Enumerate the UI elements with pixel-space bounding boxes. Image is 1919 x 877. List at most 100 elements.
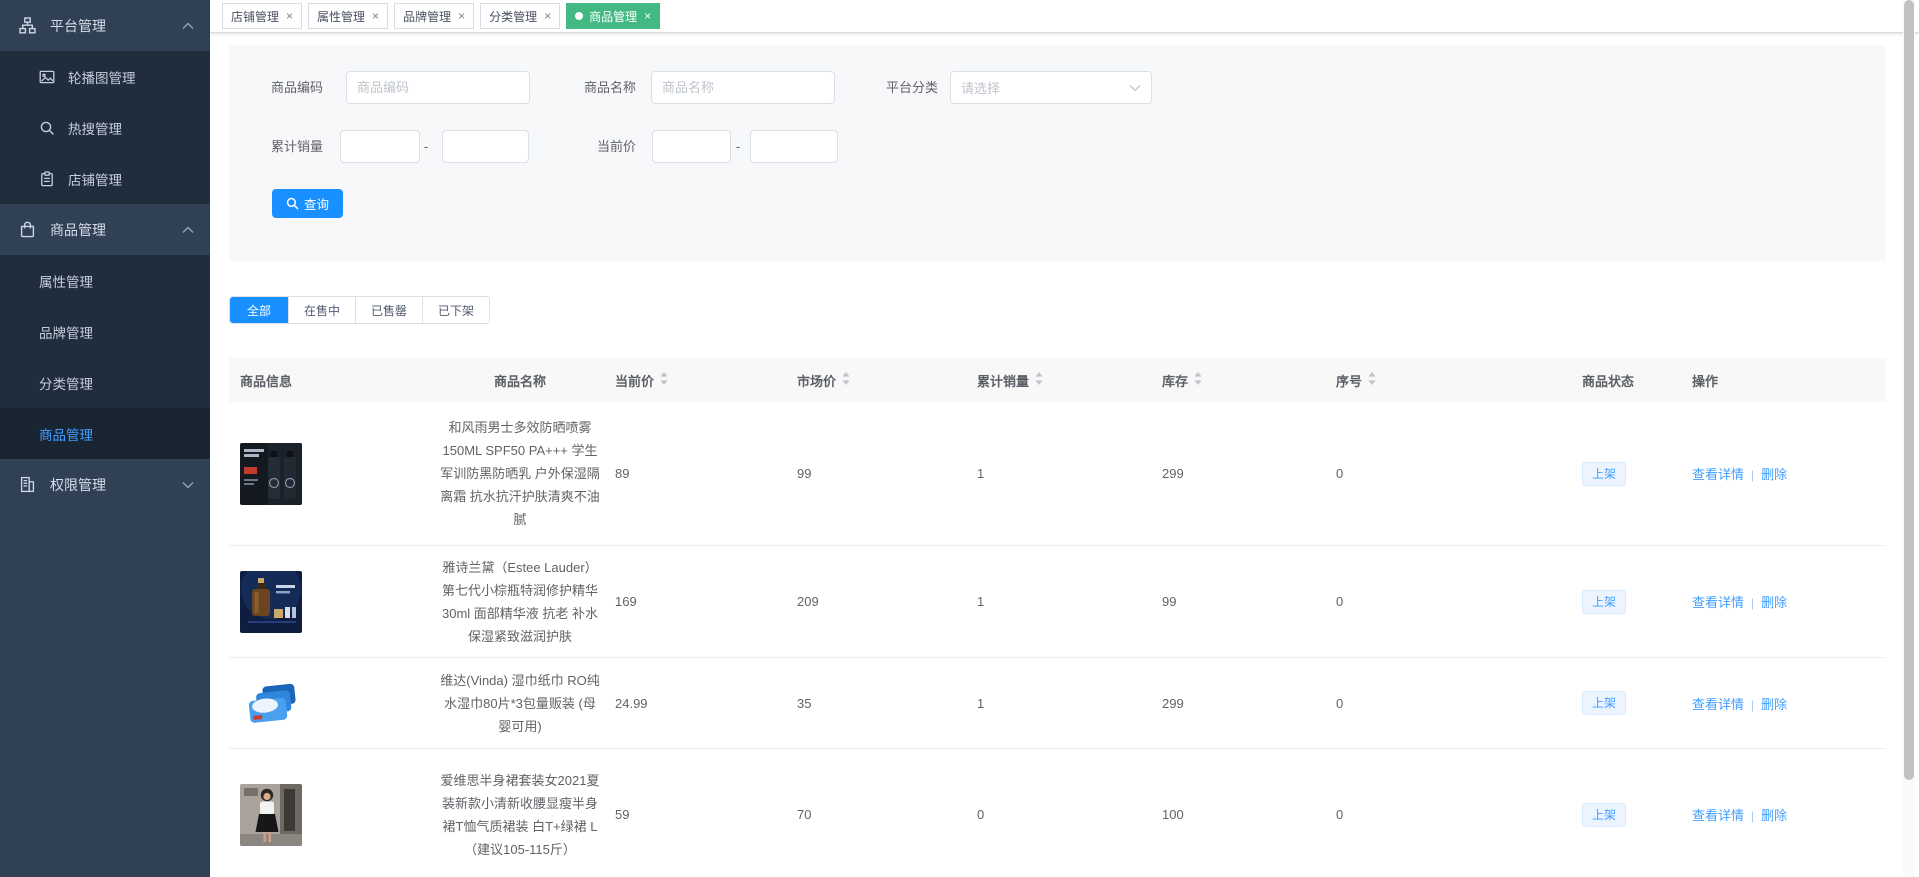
current-price-cell: 89 [615,466,630,481]
delete-link[interactable]: 删除 [1761,808,1787,823]
stock-cell: 99 [1162,594,1177,609]
col-header-status: 商品状态 [1582,373,1635,389]
sidebar-item-platform-mgmt[interactable]: 平台管理 [0,0,210,51]
chevron-down-icon [182,481,194,488]
search-button-label: 查询 [303,198,329,212]
app: 平台管理 轮播图管理 热搜管理 店铺管理 商品管理 属性管理 品牌管理 分类管理… [0,0,1919,877]
filter-tab-all[interactable]: 全部 [230,297,288,323]
select-placeholder: 请选择 [961,81,1001,96]
delete-link[interactable]: 删除 [1761,697,1787,712]
sort-icon[interactable] [1367,372,1377,388]
table-header: 商品信息 商品名称 当前价 市场价 累计销量 库存 序号 商品状态 操作 [229,358,1886,402]
sidebar-item-category-mgmt[interactable]: 分类管理 [0,357,210,408]
total-sales-cell: 1 [977,466,985,481]
sidebar-item-permission-mgmt[interactable]: 权限管理 [0,459,210,510]
action-divider: | [1751,596,1755,610]
col-header-product-info: 商品信息 [240,373,293,389]
filter-tab-off-shelf[interactable]: 已下架 [422,297,489,323]
image-icon [39,69,55,85]
status-badge[interactable]: 上架 [1582,802,1627,827]
tab-attribute-mgmt[interactable]: 属性管理 × [308,3,389,29]
close-icon[interactable]: × [644,10,651,22]
scrollbar-thumb[interactable] [1904,0,1914,780]
view-detail-link[interactable]: 查看详情 [1692,595,1744,610]
sort-icon[interactable] [1034,372,1044,388]
close-icon[interactable]: × [458,10,465,22]
product-image[interactable] [240,570,302,633]
view-detail-link[interactable]: 查看详情 [1692,697,1744,712]
seq-cell: 0 [1336,807,1344,822]
table-row: 雅诗兰黛（Estee Lauder）第七代小棕瓶特润修护精华30ml 面部精华液… [229,546,1886,658]
sort-icon[interactable] [841,372,851,388]
product-name-label: 商品名称 [583,80,636,95]
tab-label: 属性管理 [317,9,366,24]
sidebar-item-label: 权限管理 [50,476,106,493]
stock-cell: 100 [1162,807,1184,822]
price-max-input[interactable] [750,130,838,163]
clipboard-icon [39,170,55,187]
delete-link[interactable]: 删除 [1761,467,1787,482]
product-name: 和风雨男士多效防晒喷雾150ML SPF50 PA+++ 学生军训防黑防晒乳 户… [440,420,600,527]
status-badge[interactable]: 上架 [1582,691,1627,715]
view-detail-link[interactable]: 查看详情 [1692,467,1744,482]
delete-link[interactable]: 删除 [1761,595,1787,610]
current-price-cell: 59 [615,807,630,822]
platform-category-select[interactable]: 请选择 [950,71,1152,104]
sidebar-item-label: 品牌管理 [39,325,93,341]
sidebar-item-product-mgmt-group[interactable]: 商品管理 [0,204,210,255]
tab-category-mgmt[interactable]: 分类管理 × [480,3,561,29]
sidebar: 平台管理 轮播图管理 热搜管理 店铺管理 商品管理 属性管理 品牌管理 分类管理… [0,0,210,877]
tab-product-mgmt-active[interactable]: 商品管理 × [566,3,661,29]
sidebar-item-label: 热搜管理 [68,121,122,137]
sort-icon[interactable] [1193,372,1203,388]
sidebar-item-label: 商品管理 [39,427,93,443]
sidebar-item-hotsearch-mgmt[interactable]: 热搜管理 [0,102,210,153]
product-table: 商品信息 商品名称 当前价 市场价 累计销量 库存 序号 商品状态 操作 和风雨… [229,358,1886,877]
sidebar-item-store-mgmt[interactable]: 店铺管理 [0,153,210,204]
close-icon[interactable]: × [372,10,379,22]
view-detail-link[interactable]: 查看详情 [1692,808,1744,823]
total-sales-cell: 1 [977,695,985,711]
col-header-market-price[interactable]: 市场价 [797,371,977,390]
stock-cell: 299 [1162,466,1184,481]
tab-label: 品牌管理 [403,9,452,24]
filter-tab-sold-out[interactable]: 已售罄 [355,297,422,323]
col-header-actions: 操作 [1692,373,1719,389]
sales-min-input[interactable] [340,130,420,163]
range-separator: - [735,139,741,154]
product-image[interactable] [240,783,302,846]
sidebar-item-banner-mgmt[interactable]: 轮播图管理 [0,51,210,102]
search-button[interactable]: 查询 [272,189,343,218]
product-image[interactable] [240,442,302,505]
sidebar-item-product-mgmt[interactable]: 商品管理 [0,408,210,459]
seq-cell: 0 [1336,594,1344,609]
col-header-seq[interactable]: 序号 [1336,371,1582,390]
col-header-stock[interactable]: 库存 [1162,371,1336,390]
status-badge[interactable]: 上架 [1582,461,1627,486]
total-sales-cell: 1 [977,594,985,609]
sidebar-item-label: 店铺管理 [68,172,122,188]
tab-label: 店铺管理 [231,9,280,24]
product-image[interactable] [240,672,302,734]
sidebar-item-attribute-mgmt[interactable]: 属性管理 [0,255,210,306]
form-row-2: 累计销量 - 当前价 - [229,130,1886,163]
col-header-total-sales[interactable]: 累计销量 [977,371,1162,390]
seq-cell: 0 [1336,466,1344,481]
close-icon[interactable]: × [544,10,551,22]
sidebar-item-brand-mgmt[interactable]: 品牌管理 [0,306,210,357]
tab-brand-mgmt[interactable]: 品牌管理 × [394,3,475,29]
current-price-cell: 24.99 [615,695,648,711]
tab-store-mgmt[interactable]: 店铺管理 × [222,3,303,29]
stock-cell: 299 [1162,695,1184,711]
sort-icon[interactable] [659,372,669,388]
status-badge[interactable]: 上架 [1582,589,1627,614]
price-min-input[interactable] [652,130,731,163]
col-header-current-price[interactable]: 当前价 [615,371,797,390]
page-scrollbar[interactable] [1903,0,1915,877]
close-icon[interactable]: × [286,10,293,22]
range-separator: - [423,139,429,154]
platform-category-label: 平台分类 [885,80,938,95]
table-row: 和风雨男士多效防晒喷雾150ML SPF50 PA+++ 学生军训防黑防晒乳 户… [229,402,1886,546]
filter-tab-on-sale[interactable]: 在售中 [288,297,355,323]
status-filter-group: 全部 在售中 已售罄 已下架 [229,296,490,324]
